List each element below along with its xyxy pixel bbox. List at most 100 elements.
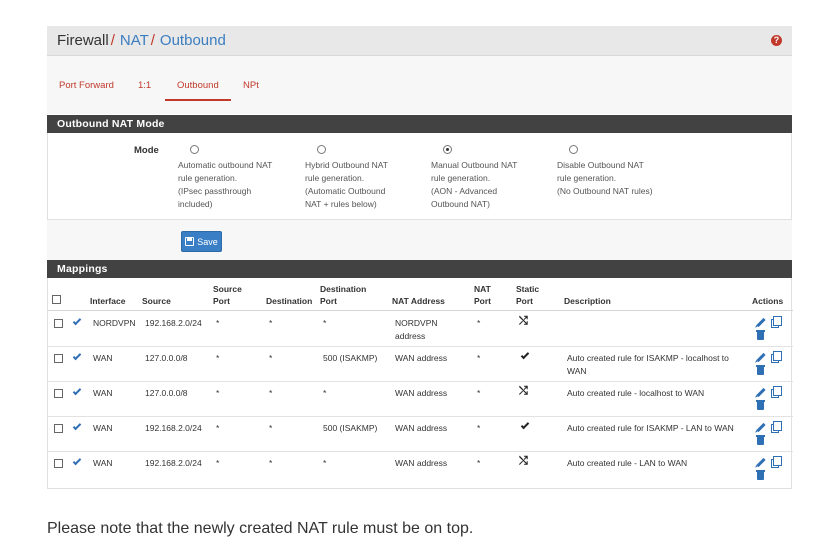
header-divider bbox=[48, 310, 793, 311]
cell-destination: * bbox=[269, 458, 273, 468]
pencil-icon[interactable] bbox=[756, 422, 766, 433]
mode-text-hybrid: Hybrid Outbound NAT rule generation. (Au… bbox=[305, 160, 388, 209]
cell-source: 192.168.2.0/24 bbox=[145, 458, 202, 468]
cell-interface: WAN bbox=[93, 423, 113, 433]
cell-source-port: * bbox=[216, 388, 220, 398]
copy-icon[interactable] bbox=[771, 421, 782, 433]
row-checkbox[interactable] bbox=[54, 389, 63, 398]
cell-destination: * bbox=[269, 318, 273, 328]
tab-npt[interactable]: NPt bbox=[243, 80, 259, 99]
breadcrumb-nat-link[interactable]: NAT bbox=[120, 32, 149, 49]
cell-nat-address: NORDVPN address bbox=[395, 318, 438, 341]
save-button-label: Save bbox=[197, 236, 218, 247]
mode-radio-hybrid[interactable] bbox=[317, 145, 326, 154]
mode-radio-automatic[interactable] bbox=[190, 145, 199, 154]
static-port-check-icon bbox=[520, 420, 530, 430]
cell-nat-address: WAN address bbox=[395, 458, 448, 468]
help-icon[interactable]: ? bbox=[771, 35, 782, 46]
trash-icon[interactable] bbox=[756, 470, 765, 480]
copy-icon[interactable] bbox=[771, 456, 782, 468]
cell-destination: * bbox=[269, 388, 273, 398]
enabled-check-icon[interactable] bbox=[72, 316, 82, 326]
mode-option-manual[interactable]: Manual Outbound NAT rule generation. (AO… bbox=[431, 145, 551, 211]
mode-option-disable[interactable]: Disable Outbound NAT rule generation. (N… bbox=[557, 145, 677, 198]
trash-icon[interactable] bbox=[756, 365, 765, 375]
breadcrumb-separator: / bbox=[110, 32, 115, 49]
header-interface: Interface bbox=[90, 296, 126, 306]
mappings-table: Interface Source Source Port Destination… bbox=[47, 278, 793, 489]
mode-label: Mode bbox=[134, 145, 159, 156]
row-checkbox[interactable] bbox=[54, 424, 63, 433]
copy-icon[interactable] bbox=[771, 386, 782, 398]
outbound-nat-mode-panel: Mode Automatic outbound NAT rule generat… bbox=[47, 133, 792, 220]
cell-source: 127.0.0.0/8 bbox=[145, 353, 188, 363]
cell-nat-address: WAN address bbox=[395, 388, 448, 398]
copy-icon[interactable] bbox=[771, 351, 782, 363]
cell-nat-address: WAN address bbox=[395, 353, 448, 363]
cell-description: Auto created rule - LAN to WAN bbox=[567, 458, 688, 468]
row-checkbox[interactable] bbox=[54, 459, 63, 468]
cell-destination-port: * bbox=[323, 318, 327, 328]
pencil-icon[interactable] bbox=[756, 317, 766, 328]
mode-radio-disable[interactable] bbox=[569, 145, 578, 154]
header-actions: Actions bbox=[752, 296, 784, 306]
breadcrumb-firewall: Firewall bbox=[57, 32, 109, 49]
enabled-check-icon[interactable] bbox=[72, 421, 82, 431]
mappings-heading: Mappings bbox=[47, 260, 792, 278]
pencil-icon[interactable] bbox=[756, 352, 766, 363]
cell-nat-port: * bbox=[477, 388, 481, 398]
mode-option-hybrid[interactable]: Hybrid Outbound NAT rule generation. (Au… bbox=[305, 145, 425, 211]
save-icon bbox=[185, 237, 195, 246]
cell-source-port: * bbox=[216, 353, 220, 363]
cell-source: 192.168.2.0/24 bbox=[145, 318, 202, 328]
shuffle-icon: ⤭ bbox=[519, 385, 528, 397]
mode-radio-manual[interactable] bbox=[443, 145, 452, 154]
cell-description: Auto created rule - localhost to WAN bbox=[567, 388, 705, 398]
cell-source-port: * bbox=[216, 423, 220, 433]
shuffle-icon: ⤭ bbox=[519, 315, 528, 327]
page-note: Please note that the newly created NAT r… bbox=[47, 520, 474, 537]
cell-destination-port: * bbox=[323, 388, 327, 398]
breadcrumb-outbound-link[interactable]: Outbound bbox=[160, 32, 226, 49]
trash-icon[interactable] bbox=[756, 330, 765, 340]
pencil-icon[interactable] bbox=[756, 457, 766, 468]
mode-option-automatic[interactable]: Automatic outbound NAT rule generation. … bbox=[178, 145, 298, 211]
copy-icon[interactable] bbox=[771, 316, 782, 328]
row-checkbox[interactable] bbox=[54, 354, 63, 363]
trash-icon[interactable] bbox=[756, 435, 765, 445]
cell-interface: NORDVPN bbox=[93, 318, 136, 328]
tab-outbound[interactable]: Outbound bbox=[165, 80, 231, 101]
cell-source-port: * bbox=[216, 458, 220, 468]
select-all-checkbox[interactable] bbox=[52, 295, 61, 304]
cell-destination-port: 500 (ISAKMP) bbox=[323, 423, 378, 433]
cell-destination: * bbox=[269, 423, 273, 433]
cell-nat-port: * bbox=[477, 423, 481, 433]
row-divider bbox=[48, 346, 793, 347]
breadcrumb-separator: / bbox=[150, 32, 155, 49]
enabled-check-icon[interactable] bbox=[72, 351, 82, 361]
cell-destination-port: 500 (ISAKMP) bbox=[323, 353, 378, 363]
outbound-nat-mode-heading: Outbound NAT Mode bbox=[47, 115, 792, 133]
header-description: Description bbox=[564, 296, 611, 306]
header-source: Source bbox=[142, 296, 171, 306]
save-button[interactable]: Save bbox=[181, 231, 222, 252]
mode-text-automatic: Automatic outbound NAT rule generation. … bbox=[178, 160, 273, 209]
cell-nat-port: * bbox=[477, 458, 481, 468]
header-destination: Destination bbox=[266, 296, 313, 306]
cell-source: 192.168.2.0/24 bbox=[145, 423, 202, 433]
cell-destination-port: * bbox=[323, 458, 327, 468]
header-static-port: Static Port bbox=[516, 284, 540, 306]
pencil-icon[interactable] bbox=[756, 387, 766, 398]
trash-icon[interactable] bbox=[756, 400, 765, 410]
save-area: Save bbox=[47, 220, 792, 260]
row-checkbox[interactable] bbox=[54, 319, 63, 328]
tab-one-to-one[interactable]: 1:1 bbox=[138, 80, 151, 99]
cell-source-port: * bbox=[216, 318, 220, 328]
cell-description: Auto created rule for ISAKMP - LAN to WA… bbox=[567, 423, 734, 433]
enabled-check-icon[interactable] bbox=[72, 456, 82, 466]
static-port-check-icon bbox=[520, 350, 530, 360]
enabled-check-icon[interactable] bbox=[72, 386, 82, 396]
tab-port-forward[interactable]: Port Forward bbox=[59, 80, 114, 99]
header-nat-port: NAT Port bbox=[474, 284, 491, 306]
cell-source: 127.0.0.0/8 bbox=[145, 388, 188, 398]
